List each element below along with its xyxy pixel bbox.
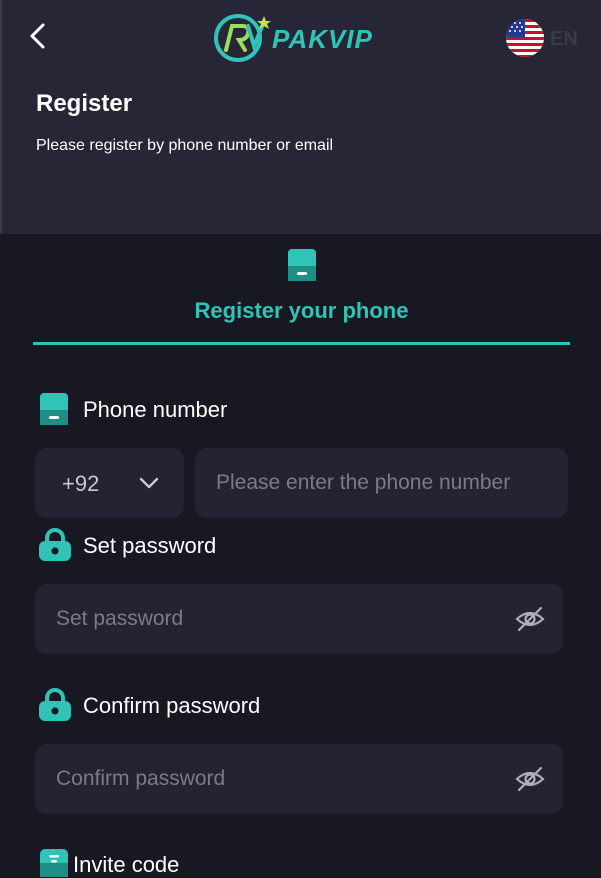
phone-number-label: Phone number (83, 397, 228, 422)
password-input-wrapper (35, 584, 563, 654)
page-title: Register (36, 90, 133, 117)
eye-off-icon[interactable] (515, 766, 545, 792)
tab-underline (33, 342, 570, 345)
invite-code-label: Invite code (73, 852, 180, 877)
confirm-password-input[interactable] (35, 744, 563, 814)
tab-label: Register your phone (194, 298, 409, 323)
confirm-password-input-wrapper (35, 744, 563, 814)
logo: PAKVIP (212, 12, 402, 64)
us-flag-icon (506, 19, 544, 57)
country-code-select[interactable]: +92 (35, 448, 184, 518)
chevron-down-icon (139, 477, 159, 489)
phone-input-wrapper (195, 448, 568, 518)
phone-icon (40, 393, 68, 425)
logo-text: PAKVIP (272, 24, 373, 54)
chevron-left-icon (30, 23, 45, 49)
language-selector[interactable]: EN (506, 18, 596, 58)
logo-emblem-icon (214, 14, 271, 62)
header: PAKVIP EN Register Please register by ph… (0, 0, 601, 234)
eye-off-icon[interactable] (515, 606, 545, 632)
back-button[interactable] (24, 20, 54, 52)
country-code-value: +92 (62, 471, 100, 496)
password-input[interactable] (35, 584, 563, 654)
phone-icon (288, 249, 316, 281)
tab-register-phone[interactable]: Register your phone (33, 242, 570, 346)
invite-icon (40, 849, 68, 877)
confirm-password-label: Confirm password (83, 693, 261, 718)
page-subtitle: Please register by phone number or email (36, 137, 334, 154)
set-password-label: Set password (83, 533, 217, 558)
lock-icon (39, 528, 71, 561)
language-label: EN (550, 28, 578, 50)
phone-input[interactable] (195, 448, 568, 518)
lock-icon (39, 688, 71, 721)
